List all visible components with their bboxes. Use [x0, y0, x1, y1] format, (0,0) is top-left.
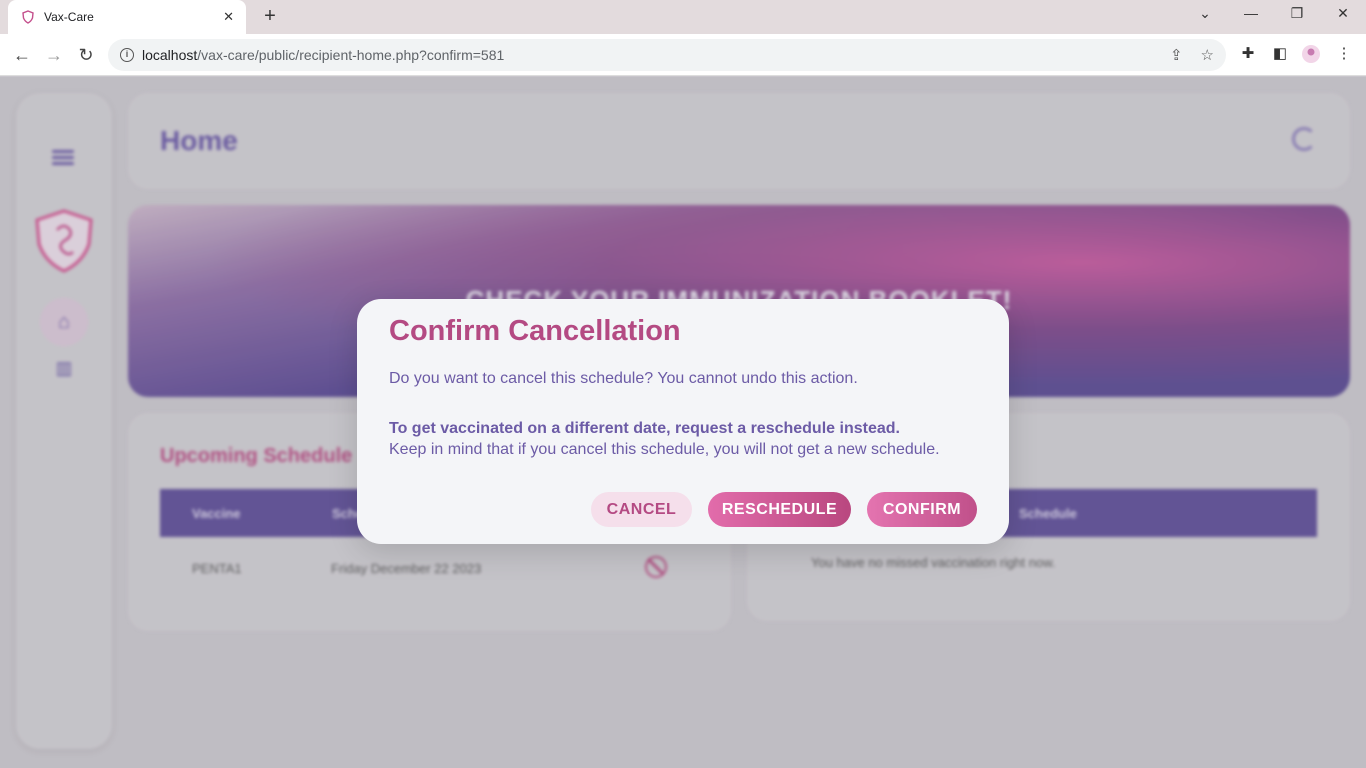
- address-bar[interactable]: i localhost/vax-care/public/recipient-ho…: [108, 39, 1226, 71]
- window-close-button[interactable]: ✕: [1328, 5, 1358, 22]
- tab-title: Vax-Care: [44, 10, 94, 24]
- new-tab-button[interactable]: +: [258, 6, 282, 28]
- shield-favicon-icon: [20, 9, 36, 25]
- browser-tab[interactable]: Vax-Care ✕: [8, 0, 246, 34]
- confirm-cancellation-dialog: Confirm Cancellation Do you want to canc…: [357, 299, 1009, 544]
- extensions-puzzle-icon[interactable]: ✚: [1237, 44, 1259, 62]
- share-icon[interactable]: ⇪: [1170, 46, 1183, 64]
- url-host: localhost: [142, 47, 198, 63]
- bookmark-star-icon[interactable]: ☆: [1201, 46, 1214, 64]
- dialog-message: Do you want to cancel this schedule? You…: [389, 370, 858, 387]
- browser-tabbar: Vax-Care ✕ + ⌄ — ❐ ✕: [0, 0, 1366, 34]
- dialog-title: Confirm Cancellation: [389, 315, 681, 347]
- profile-avatar-icon[interactable]: [1300, 44, 1322, 68]
- reschedule-button[interactable]: RESCHEDULE: [708, 492, 851, 527]
- reload-icon[interactable]: ↻: [74, 43, 98, 67]
- site-info-icon[interactable]: i: [120, 48, 134, 62]
- dialog-note: Keep in mind that if you cancel this sch…: [389, 441, 940, 458]
- minimize-button[interactable]: —: [1236, 5, 1266, 21]
- tab-search-icon[interactable]: ⌄: [1190, 5, 1220, 22]
- forward-arrow-icon[interactable]: →: [42, 43, 66, 67]
- url-path: /vax-care/public/recipient-home.php?conf…: [197, 47, 505, 63]
- restore-button[interactable]: ❐: [1282, 5, 1312, 22]
- confirm-button[interactable]: CONFIRM: [867, 492, 977, 527]
- cancel-button[interactable]: CANCEL: [591, 492, 692, 527]
- side-panel-icon[interactable]: ◧: [1269, 44, 1291, 62]
- browser-menu-icon[interactable]: ⋮: [1333, 44, 1355, 62]
- browser-toolbar: ← → ↻ i localhost/vax-care/public/recipi…: [0, 34, 1366, 76]
- dialog-bold-note: To get vaccinated on a different date, r…: [389, 420, 900, 437]
- tab-close-icon[interactable]: ✕: [223, 9, 234, 25]
- back-arrow-icon[interactable]: ←: [10, 43, 34, 67]
